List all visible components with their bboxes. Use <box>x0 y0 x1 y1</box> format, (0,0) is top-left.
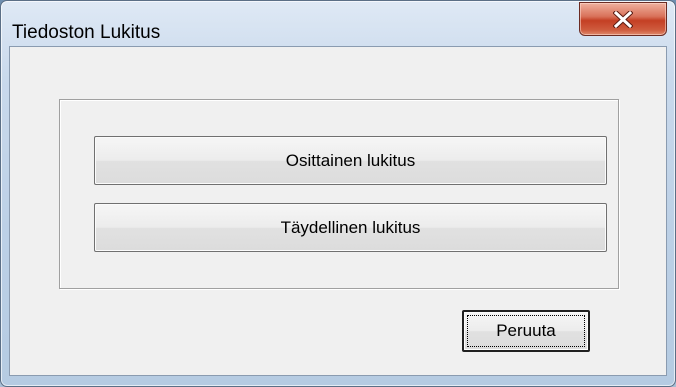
dialog-client-area: Osittainen lukitus Täydellinen lukitus P… <box>9 46 667 376</box>
close-button[interactable] <box>579 2 667 36</box>
lock-options-group <box>59 99 619 289</box>
dialog-window: Tiedoston Lukitus Osittainen lukitus Täy… <box>0 0 676 387</box>
partial-lock-button[interactable]: Osittainen lukitus <box>94 136 607 185</box>
cancel-button[interactable]: Peruuta <box>462 310 590 352</box>
close-icon <box>613 11 633 28</box>
window-title: Tiedoston Lukitus <box>12 22 161 43</box>
cancel-button-label: Peruuta <box>496 321 556 340</box>
title-bar[interactable]: Tiedoston Lukitus <box>1 1 675 43</box>
full-lock-button[interactable]: Täydellinen lukitus <box>94 203 607 252</box>
